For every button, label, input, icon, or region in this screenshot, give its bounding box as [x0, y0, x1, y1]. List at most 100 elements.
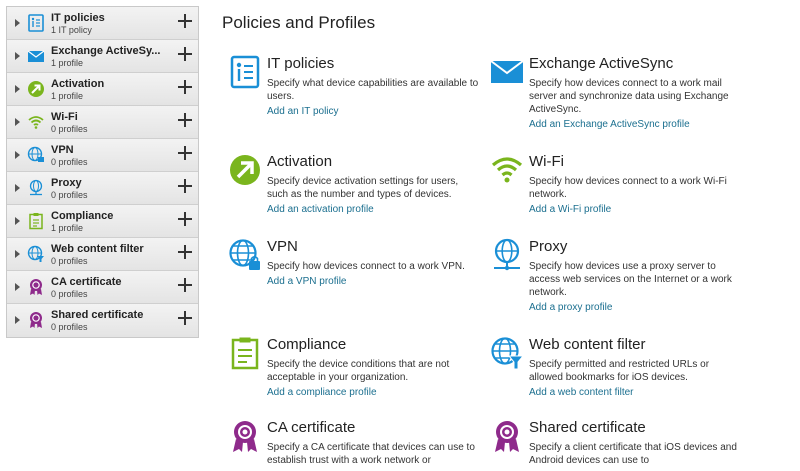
- it-policy-icon: [228, 55, 262, 89]
- page-title: Policies and Profiles: [222, 13, 376, 32]
- sidebar-item-title: Activation: [51, 78, 105, 90]
- card-title: Activation: [267, 153, 333, 170]
- sidebar-item-count: 1 profile: [51, 223, 84, 233]
- compliance-clipboard-icon: [27, 212, 45, 230]
- add-it-policy-link[interactable]: Add an IT policy: [267, 106, 339, 117]
- add-vpn-profile-link[interactable]: Add a VPN profile: [267, 276, 347, 287]
- add-proxy-profile-link[interactable]: Add a proxy profile: [529, 302, 612, 313]
- sidebar-item-count: 0 profiles: [51, 157, 88, 167]
- add-proxy-plus-icon[interactable]: [178, 179, 192, 193]
- add-compliance-plus-icon[interactable]: [178, 212, 192, 226]
- expand-arrow-icon[interactable]: [15, 250, 20, 258]
- sidebar-item-count: 0 profiles: [51, 124, 88, 134]
- add-shared-certificate-plus-icon[interactable]: [178, 311, 192, 325]
- vpn-globe-icon: [27, 146, 45, 164]
- add-compliance-profile-link[interactable]: Add a compliance profile: [267, 387, 377, 398]
- sidebar-item-activation[interactable]: Activation 1 profile: [7, 73, 198, 106]
- card-title: Shared certificate: [529, 419, 646, 436]
- card-description: Specify how devices connect to a work Wi…: [529, 176, 727, 200]
- expand-arrow-icon[interactable]: [15, 118, 20, 126]
- sidebar-item-web-content-filter[interactable]: Web content filter 0 profiles: [7, 238, 198, 271]
- card-title: CA certificate: [267, 419, 356, 436]
- mail-icon: [27, 47, 45, 65]
- expand-arrow-icon[interactable]: [15, 217, 20, 225]
- sidebar-item-vpn[interactable]: VPN 0 profiles: [7, 139, 198, 172]
- card-title: Exchange ActiveSync: [529, 55, 674, 72]
- expand-arrow-icon[interactable]: [15, 283, 20, 291]
- sidebar-item-count: 1 IT policy: [51, 25, 92, 35]
- web-filter-icon: [490, 336, 524, 370]
- sidebar-item-title: CA certificate: [51, 276, 122, 288]
- sidebar-item-ca-certificate[interactable]: CA certificate 0 profiles: [7, 271, 198, 304]
- compliance-clipboard-icon: [228, 336, 262, 370]
- sidebar-item-title: Exchange ActiveSy...: [51, 45, 161, 57]
- activation-icon: [27, 80, 45, 98]
- add-activation-profile-link[interactable]: Add an activation profile: [267, 204, 374, 215]
- card-title: VPN: [267, 238, 298, 255]
- sidebar-item-count: 0 profiles: [51, 190, 88, 200]
- add-web-content-filter-link[interactable]: Add a web content filter: [529, 387, 634, 398]
- add-web-filter-plus-icon[interactable]: [178, 245, 192, 259]
- proxy-icon: [27, 179, 45, 197]
- add-exchange-plus-icon[interactable]: [178, 47, 192, 61]
- activation-icon: [228, 153, 262, 187]
- add-vpn-plus-icon[interactable]: [178, 146, 192, 160]
- wifi-icon: [27, 113, 45, 131]
- shared-certificate-icon: [27, 311, 45, 329]
- expand-arrow-icon[interactable]: [15, 184, 20, 192]
- sidebar: IT policies 1 IT policy Exchange ActiveS…: [6, 6, 199, 338]
- sidebar-item-title: Web content filter: [51, 243, 144, 255]
- card-description: Specify how devices connect to a work VP…: [267, 261, 465, 272]
- card-description: Specify how devices connect to a work ma…: [529, 78, 729, 115]
- certificate-icon: [27, 278, 45, 296]
- sidebar-item-title: VPN: [51, 144, 74, 156]
- certificate-icon: [228, 419, 262, 453]
- sidebar-item-count: 0 profiles: [51, 322, 88, 332]
- mail-icon: [490, 55, 524, 89]
- expand-arrow-icon[interactable]: [15, 52, 20, 60]
- sidebar-item-exchange-activesync[interactable]: Exchange ActiveSy... 1 profile: [7, 40, 198, 73]
- expand-arrow-icon[interactable]: [15, 85, 20, 93]
- card-description: Specify a CA certificate that devices ca…: [267, 442, 475, 466]
- expand-arrow-icon[interactable]: [15, 151, 20, 159]
- sidebar-item-title: Wi-Fi: [51, 111, 78, 123]
- sidebar-item-it-policies[interactable]: IT policies 1 IT policy: [7, 7, 198, 40]
- sidebar-item-count: 1 profile: [51, 58, 84, 68]
- expand-arrow-icon[interactable]: [15, 19, 20, 27]
- wifi-icon: [490, 153, 524, 187]
- sidebar-item-compliance[interactable]: Compliance 1 profile: [7, 205, 198, 238]
- sidebar-item-title: Shared certificate: [51, 309, 144, 321]
- sidebar-item-title: Compliance: [51, 210, 114, 222]
- add-it-policy-plus-icon[interactable]: [178, 14, 192, 28]
- add-wifi-plus-icon[interactable]: [178, 113, 192, 127]
- card-description: Specify how devices use a proxy server t…: [529, 261, 732, 298]
- card-title: Web content filter: [529, 336, 646, 353]
- web-filter-icon: [27, 245, 45, 263]
- sidebar-item-wifi[interactable]: Wi-Fi 0 profiles: [7, 106, 198, 139]
- card-description: Specify permitted and restricted URLs or…: [529, 359, 710, 383]
- card-description: Specify device activation settings for u…: [267, 176, 459, 200]
- card-description: Specify the device conditions that are n…: [267, 359, 450, 383]
- card-title: IT policies: [267, 55, 335, 72]
- card-title: Wi-Fi: [529, 153, 564, 170]
- sidebar-item-title: Proxy: [51, 177, 82, 189]
- expand-arrow-icon[interactable]: [15, 316, 20, 324]
- sidebar-item-shared-certificate[interactable]: Shared certificate 0 profiles: [7, 304, 198, 337]
- sidebar-item-count: 0 profiles: [51, 256, 88, 266]
- add-wifi-profile-link[interactable]: Add a Wi-Fi profile: [529, 204, 611, 215]
- it-policy-icon: [27, 14, 45, 32]
- sidebar-item-title: IT policies: [51, 12, 105, 24]
- proxy-icon: [490, 238, 524, 272]
- shared-certificate-icon: [490, 419, 524, 453]
- sidebar-item-count: 0 profiles: [51, 289, 88, 299]
- add-exchange-activesync-link[interactable]: Add an Exchange ActiveSync profile: [529, 119, 690, 130]
- card-title: Compliance: [267, 336, 347, 353]
- sidebar-item-proxy[interactable]: Proxy 0 profiles: [7, 172, 198, 205]
- card-description: Specify what device capabilities are ava…: [267, 78, 479, 102]
- card-title: Proxy: [529, 238, 568, 255]
- card-description: Specify a client certificate that iOS de…: [529, 442, 737, 466]
- add-ca-certificate-plus-icon[interactable]: [178, 278, 192, 292]
- vpn-globe-icon: [228, 238, 262, 272]
- sidebar-item-count: 1 profile: [51, 91, 84, 101]
- add-activation-plus-icon[interactable]: [178, 80, 192, 94]
